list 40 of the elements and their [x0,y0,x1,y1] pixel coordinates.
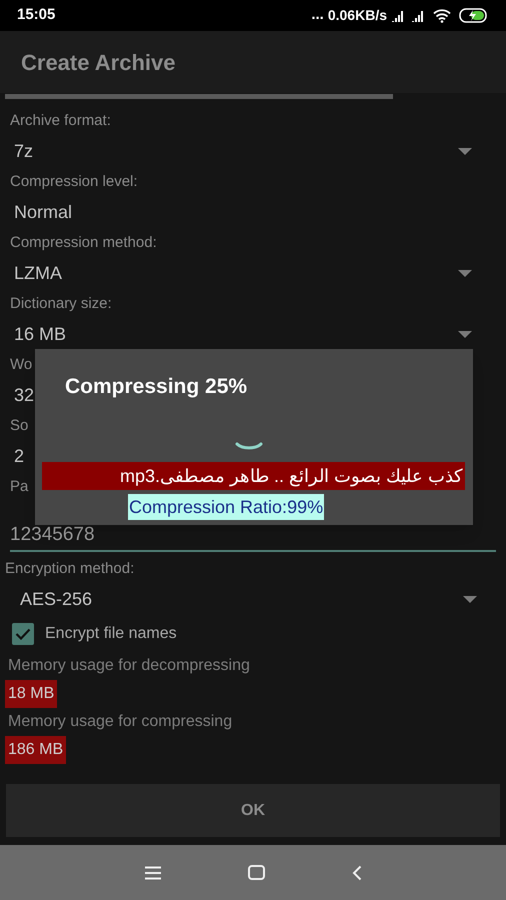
dropdown-arrow-icon [463,596,477,602]
checkbox-label: Encrypt file names [45,624,177,644]
memory-label: Memory usage for decompressing [7,656,250,676]
dropdown-arrow-icon [458,148,472,155]
file-name-banner: كذب عليك بصوت الرائع .. طاهر مصطفى.mp3 [42,462,465,490]
field-label: Archive format: [10,110,111,131]
field-label: So [10,416,28,436]
dropdown-field[interactable]: 7z [10,136,496,167]
field-label: Wo [10,354,32,375]
more-notifications-text: ... [311,5,324,26]
dropdown-field[interactable]: AES-256 [5,582,501,616]
dropdown-arrow-icon [458,270,472,277]
check-icon [15,628,31,640]
dropdown-arrow-icon [458,331,472,338]
ok-button[interactable]: OK [6,784,500,837]
compression-ratio: Compression Ratio:99% [128,494,324,520]
memory-value: 18 MB [5,680,58,708]
signal-icon [411,10,425,22]
memory-value: 186 MB [5,736,66,764]
memory-label: Memory usage for compressing [7,712,232,732]
menu-icon[interactable] [144,866,160,880]
network-speed: 0.06KB/s [328,6,387,25]
wifi-icon [433,8,451,22]
loading-spinner-icon [234,442,264,450]
dropdown-field[interactable]: 16 MB [10,319,496,350]
field-label: Encryption method: [5,558,134,579]
dialog-title: Compressing 25% [65,374,248,400]
checkbox[interactable] [12,623,34,645]
battery-charging-icon [459,8,489,23]
dropdown-field[interactable]: Normal [10,197,496,228]
clock-time: 15:05 [17,5,56,26]
app-title: Create Archive [21,48,176,76]
field-label: Pa [10,476,28,497]
field-label: Compression method: [10,232,157,253]
signal-icon [391,10,405,22]
dropdown-field[interactable]: LZMA [10,258,496,289]
field-label: Compression level: [10,172,138,192]
back-icon[interactable] [352,864,362,880]
home-square-icon[interactable] [248,865,264,880]
field-label: Dictionary size: [10,294,112,314]
